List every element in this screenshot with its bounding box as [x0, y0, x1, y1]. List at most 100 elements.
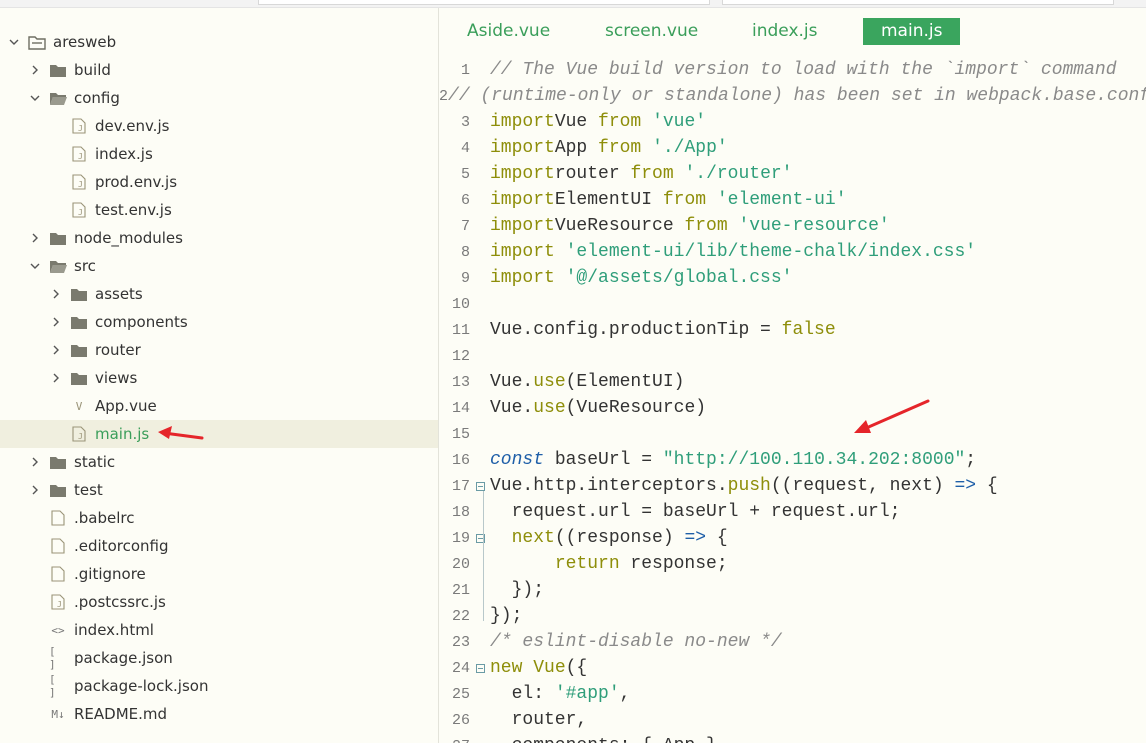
- fold-toggle-icon[interactable]: [470, 525, 490, 551]
- code-line[interactable]: 24 new Vue({: [439, 655, 1146, 681]
- fold-toggle-icon[interactable]: [470, 655, 490, 681]
- line-number: 8: [460, 243, 470, 261]
- code-line[interactable]: 9 import '@/assets/global.css': [439, 265, 1146, 291]
- line-number: 18: [451, 503, 470, 521]
- tree-folder-aresweb[interactable]: aresweb: [0, 28, 438, 56]
- tab-screen.vue[interactable]: screen.vue: [605, 18, 698, 45]
- code-text: components: { App },: [490, 736, 728, 743]
- code-line[interactable]: 12: [439, 343, 1146, 369]
- code-line[interactable]: 13 Vue.use(ElementUI): [439, 369, 1146, 395]
- tree-folder-node_modules[interactable]: node_modules: [0, 224, 438, 252]
- tree-file-package-lock.json[interactable]: [ ] package-lock.json: [0, 672, 438, 700]
- tree-item-label: index.js: [95, 145, 153, 163]
- js-file-icon: J: [70, 202, 88, 218]
- gutter-spacer: [470, 187, 490, 213]
- editor-tabs: Aside.vue screen.vue index.js main.js: [439, 18, 1146, 45]
- code-editor[interactable]: Aside.vue screen.vue index.js main.js 1 // T…: [439, 8, 1146, 743]
- code-line[interactable]: 1 // The Vue build version to load with t…: [439, 57, 1146, 83]
- gutter-spacer: [470, 707, 490, 733]
- code-line[interactable]: 2// (runtime-only or standalone) has bee…: [439, 83, 1146, 109]
- chevron-down-icon[interactable]: [29, 92, 41, 104]
- gutter-spacer: [470, 629, 490, 655]
- tree-file-.editorconfig[interactable]: .editorconfig: [0, 532, 438, 560]
- line-number: 11: [451, 321, 470, 339]
- code-line[interactable]: 16 const baseUrl = "http://100.110.34.202…: [439, 447, 1146, 473]
- code-line[interactable]: 14 Vue.use(VueResource): [439, 395, 1146, 421]
- code-line[interactable]: 27 components: { App },: [439, 733, 1146, 743]
- svg-text:J: J: [78, 432, 83, 441]
- code-line[interactable]: 22});: [439, 603, 1146, 629]
- line-number: 26: [451, 711, 470, 729]
- chevron-right-icon[interactable]: [50, 316, 62, 328]
- code-line[interactable]: 15: [439, 421, 1146, 447]
- code-line[interactable]: 21 });: [439, 577, 1146, 603]
- code-line[interactable]: 7 importVueResource from 'vue-resource': [439, 213, 1146, 239]
- chevron-right-icon[interactable]: [50, 288, 62, 300]
- tree-file-.gitignore[interactable]: .gitignore: [0, 560, 438, 588]
- code-line[interactable]: 3 importVue from 'vue': [439, 109, 1146, 135]
- code-line[interactable]: 20 return response;: [439, 551, 1146, 577]
- chevron-down-icon[interactable]: [8, 36, 20, 48]
- chevron-right-icon[interactable]: [29, 64, 41, 76]
- code-line[interactable]: 26 router,: [439, 707, 1146, 733]
- folder-icon: [49, 258, 67, 274]
- tree-file-README.md[interactable]: M↓ README.md: [0, 700, 438, 728]
- chevron-right-icon[interactable]: [29, 232, 41, 244]
- tree-folder-views[interactable]: views: [0, 364, 438, 392]
- js-file-icon: J: [70, 174, 88, 190]
- tree-file-.postcssrc.js[interactable]: J .postcssrc.js: [0, 588, 438, 616]
- tree-file-.babelrc[interactable]: .babelrc: [0, 504, 438, 532]
- tree-file-prod.env.js[interactable]: Jprod.env.js: [0, 168, 438, 196]
- tab-main.js[interactable]: main.js: [863, 18, 961, 45]
- chevron-right-icon[interactable]: [29, 456, 41, 468]
- tree-file-index.js[interactable]: Jindex.js: [0, 140, 438, 168]
- code-line[interactable]: 10: [439, 291, 1146, 317]
- tree-folder-src[interactable]: src: [0, 252, 438, 280]
- tree-item-label: static: [74, 453, 116, 471]
- fold-toggle-icon[interactable]: [470, 473, 490, 499]
- gutter-spacer: [470, 369, 490, 395]
- tree-file-index.html[interactable]: <> index.html: [0, 616, 438, 644]
- code-line[interactable]: 19 next((response) => {: [439, 525, 1146, 551]
- code-line[interactable]: 8 import 'element-ui/lib/theme-chalk/inde…: [439, 239, 1146, 265]
- tree-item-label: App.vue: [95, 397, 157, 415]
- code-line[interactable]: 6 importElementUI from 'element-ui': [439, 187, 1146, 213]
- chevron-right-icon[interactable]: [50, 344, 62, 356]
- code-line[interactable]: 18 request.url = baseUrl + request.url;: [439, 499, 1146, 525]
- tree-file-main.js[interactable]: Jmain.js: [0, 420, 438, 448]
- tree-folder-config[interactable]: config: [0, 84, 438, 112]
- tree-file-package.json[interactable]: [ ] package.json: [0, 644, 438, 672]
- tab-Aside.vue[interactable]: Aside.vue: [467, 18, 550, 45]
- chevron-right-icon[interactable]: [29, 484, 41, 496]
- tree-item-label: package.json: [74, 649, 173, 667]
- code-line[interactable]: 17 Vue.http.interceptors.push((request, n…: [439, 473, 1146, 499]
- code-line[interactable]: 4 importApp from './App': [439, 135, 1146, 161]
- tree-folder-router[interactable]: router: [0, 336, 438, 364]
- code-line[interactable]: 25 el: '#app',: [439, 681, 1146, 707]
- tree-folder-test[interactable]: test: [0, 476, 438, 504]
- svg-text:J: J: [78, 124, 83, 133]
- code-text: importElementUI from 'element-ui': [490, 190, 847, 210]
- tree-folder-assets[interactable]: assets: [0, 280, 438, 308]
- tree-folder-components[interactable]: components: [0, 308, 438, 336]
- code-text: // The Vue build version to load with th…: [490, 60, 1117, 80]
- line-number: 10: [451, 295, 470, 313]
- tree-folder-static[interactable]: static: [0, 448, 438, 476]
- code-text: Vue.use(VueResource): [490, 398, 707, 418]
- tree-file-App.vue[interactable]: V App.vue: [0, 392, 438, 420]
- tab-index.js[interactable]: index.js: [752, 18, 818, 45]
- gutter-spacer: [470, 343, 490, 369]
- folder-icon: [70, 286, 88, 302]
- code-line[interactable]: 23 /* eslint-disable no-new */: [439, 629, 1146, 655]
- chevron-down-icon[interactable]: [29, 260, 41, 272]
- tree-item-label: dev.env.js: [95, 117, 170, 135]
- tree-folder-build[interactable]: build: [0, 56, 438, 84]
- code-line[interactable]: 11 Vue.config.productionTip = false: [439, 317, 1146, 343]
- chevron-right-icon[interactable]: [50, 372, 62, 384]
- tree-item-label: .postcssrc.js: [74, 593, 166, 611]
- json-file-icon: [ ]: [49, 673, 56, 699]
- code-line[interactable]: 5 importrouter from './router': [439, 161, 1146, 187]
- tree-file-dev.env.js[interactable]: Jdev.env.js: [0, 112, 438, 140]
- tree-file-test.env.js[interactable]: Jtest.env.js: [0, 196, 438, 224]
- folder-icon: [49, 230, 67, 246]
